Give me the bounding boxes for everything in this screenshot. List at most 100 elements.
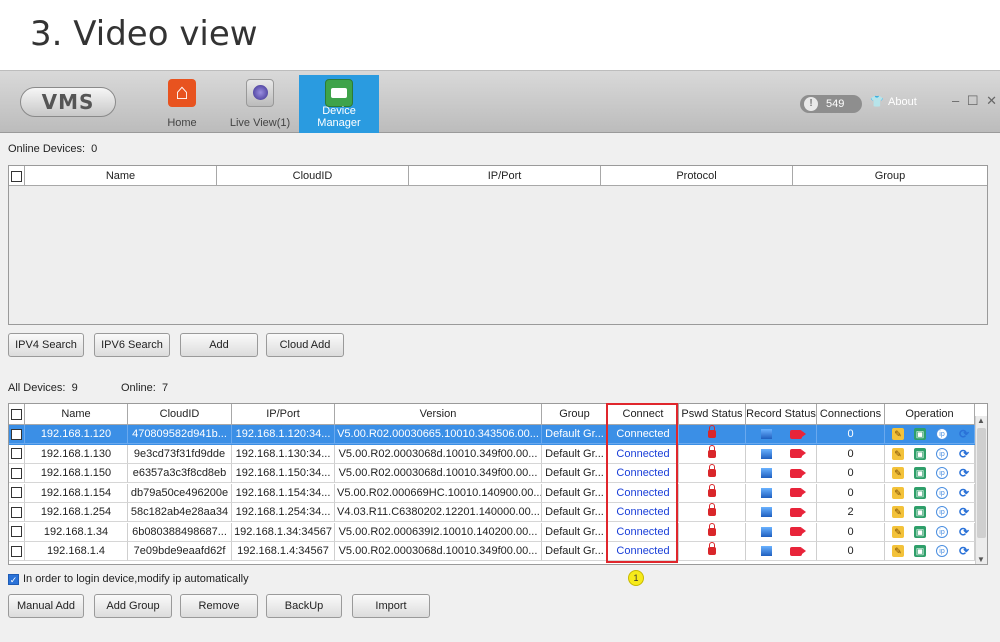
- edit-icon[interactable]: ✎: [892, 447, 904, 460]
- column-group[interactable]: Group: [542, 404, 608, 425]
- cell-version: V4.03.R11.C6380202.12201.140000.00...: [335, 503, 542, 522]
- operation-cell: ✎ ▣ ip ⟳: [885, 464, 975, 483]
- column-ip-port[interactable]: IP/Port: [409, 166, 601, 186]
- password-status-cell: [679, 542, 746, 561]
- column-connections[interactable]: Connections: [817, 404, 885, 425]
- edit-icon[interactable]: ✎: [892, 545, 904, 558]
- row-checkbox[interactable]: [9, 425, 25, 444]
- column-pswd-status[interactable]: Pswd Status: [679, 404, 746, 425]
- config-icon[interactable]: ▣: [914, 447, 926, 460]
- edit-icon[interactable]: ✎: [892, 486, 904, 499]
- add-button[interactable]: Add: [180, 333, 258, 357]
- ip-icon[interactable]: ip: [936, 467, 948, 480]
- config-icon[interactable]: ▣: [914, 525, 926, 538]
- config-icon[interactable]: ▣: [914, 486, 926, 499]
- row-checkbox[interactable]: [9, 464, 25, 483]
- refresh-icon[interactable]: ⟳: [958, 428, 970, 440]
- nav-home[interactable]: Home: [142, 75, 222, 133]
- row-checkbox[interactable]: [9, 542, 25, 561]
- connect-column-highlight: [606, 403, 678, 563]
- edit-icon[interactable]: ✎: [892, 525, 904, 538]
- remove-button[interactable]: Remove: [180, 594, 258, 618]
- row-checkbox[interactable]: [9, 483, 25, 503]
- table-row[interactable]: 192.168.1.254 58c182ab4e28aa34 192.168.1.2…: [9, 503, 975, 523]
- table-row[interactable]: 192.168.1.34 6b080388498687... 192.168.1.3…: [9, 522, 975, 543]
- ip-icon[interactable]: ip: [936, 428, 948, 441]
- alarm-count: 549: [826, 98, 845, 110]
- column-cloudid[interactable]: CloudID: [128, 404, 232, 425]
- alarm-badge[interactable]: ! 549: [800, 95, 862, 113]
- refresh-icon[interactable]: ⟳: [958, 448, 970, 460]
- cloud-add-button[interactable]: Cloud Add: [266, 333, 344, 357]
- video-camera-icon: [789, 488, 806, 498]
- column-protocol[interactable]: Protocol: [601, 166, 793, 186]
- nav-device-manager[interactable]: Device Manager: [299, 75, 379, 133]
- column-cloudid[interactable]: CloudID: [217, 166, 409, 186]
- row-checkbox[interactable]: [9, 522, 25, 542]
- column-version[interactable]: Version: [335, 404, 542, 425]
- ip-icon[interactable]: ip: [936, 506, 948, 519]
- column-operation[interactable]: Operation: [885, 404, 975, 425]
- storage-icon: [760, 526, 772, 537]
- config-icon[interactable]: ▣: [914, 428, 926, 441]
- vertical-scrollbar[interactable]: ▲ ▼: [975, 416, 987, 564]
- table-row[interactable]: 192.168.1.130 9e3cd73f31fd9dde 192.168.1.1…: [9, 444, 975, 465]
- config-icon[interactable]: ▣: [914, 506, 926, 519]
- cell-cloudid: 58c182ab4e28aa34: [128, 503, 232, 522]
- checkbox-checked-icon[interactable]: ✓: [8, 573, 19, 585]
- select-all-checkbox[interactable]: [9, 166, 25, 186]
- operation-cell: ✎ ▣ ip ⟳: [885, 503, 975, 522]
- refresh-icon[interactable]: ⟳: [958, 487, 970, 499]
- ip-icon[interactable]: ip: [936, 447, 948, 460]
- row-checkbox[interactable]: [9, 444, 25, 464]
- refresh-icon[interactable]: ⟳: [958, 506, 970, 518]
- cell-cloudid: e6357a3c3f8cd8eb: [128, 464, 232, 483]
- scroll-up-icon[interactable]: ▲: [977, 416, 985, 425]
- cell-cloudid: 6b080388498687...: [128, 522, 232, 542]
- online-devices-table[interactable]: Name CloudID IP/Port Protocol Group: [8, 165, 988, 325]
- ipv6-search-button[interactable]: IPV6 Search: [94, 333, 170, 357]
- refresh-icon[interactable]: ⟳: [958, 467, 970, 479]
- table-row[interactable]: 192.168.1.120 470809582d941b... 192.168.1.…: [9, 425, 975, 445]
- edit-icon[interactable]: ✎: [892, 506, 904, 519]
- ip-icon[interactable]: ip: [936, 545, 948, 558]
- ip-icon[interactable]: ip: [936, 525, 948, 538]
- row-checkbox[interactable]: [9, 503, 25, 522]
- about-link[interactable]: 👕 About: [870, 95, 917, 108]
- select-all-devices-checkbox[interactable]: [9, 404, 25, 425]
- column-group[interactable]: Group: [793, 166, 987, 186]
- config-icon[interactable]: ▣: [914, 467, 926, 480]
- manual-add-button[interactable]: Manual Add: [8, 594, 84, 618]
- table-row[interactable]: 192.168.1.154 db79a50ce496200e 192.168.1.1…: [9, 483, 975, 504]
- ipv4-search-button[interactable]: IPV4 Search: [8, 333, 84, 357]
- cell-connections: 0: [817, 483, 885, 503]
- nav-live-view-label: Live View(1): [229, 117, 291, 129]
- add-group-button[interactable]: Add Group: [94, 594, 172, 618]
- edit-icon[interactable]: ✎: [892, 428, 904, 441]
- device-manager-icon: [325, 79, 353, 107]
- ip-icon[interactable]: ip: [936, 486, 948, 499]
- table-row[interactable]: 192.168.1.150 e6357a3c3f8cd8eb 192.168.1.1…: [9, 464, 975, 484]
- column-name[interactable]: Name: [25, 166, 217, 186]
- home-icon: [168, 79, 196, 107]
- edit-icon[interactable]: ✎: [892, 467, 904, 480]
- nav-live-view[interactable]: Live View(1): [220, 75, 300, 133]
- column-name[interactable]: Name: [25, 404, 128, 425]
- config-icon[interactable]: ▣: [914, 545, 926, 558]
- table-row[interactable]: 192.168.1.4 7e09bde9eaafd62f 192.168.1.4:3…: [9, 542, 975, 562]
- backup-button[interactable]: BackUp: [266, 594, 342, 618]
- import-button[interactable]: Import: [352, 594, 430, 618]
- scroll-down-icon[interactable]: ▼: [977, 555, 985, 564]
- column-ip-port[interactable]: IP/Port: [232, 404, 335, 425]
- refresh-icon[interactable]: ⟳: [958, 526, 970, 538]
- all-devices-table[interactable]: Name CloudID IP/Port Version Group Conne…: [8, 403, 988, 565]
- scroll-thumb[interactable]: [977, 428, 986, 538]
- auto-modify-ip-label: In order to login device,modify ip autom…: [23, 573, 249, 585]
- column-record-status[interactable]: Record Status: [746, 404, 817, 425]
- refresh-icon[interactable]: ⟳: [958, 545, 970, 557]
- window-controls[interactable]: – ☐ ✕: [952, 93, 999, 109]
- cell-group: Default Gr...: [542, 542, 608, 561]
- cell-name: 192.168.1.4: [25, 542, 128, 561]
- auto-modify-ip-option[interactable]: ✓ In order to login device,modify ip auto…: [8, 573, 249, 585]
- operation-cell: ✎ ▣ ip ⟳: [885, 522, 975, 542]
